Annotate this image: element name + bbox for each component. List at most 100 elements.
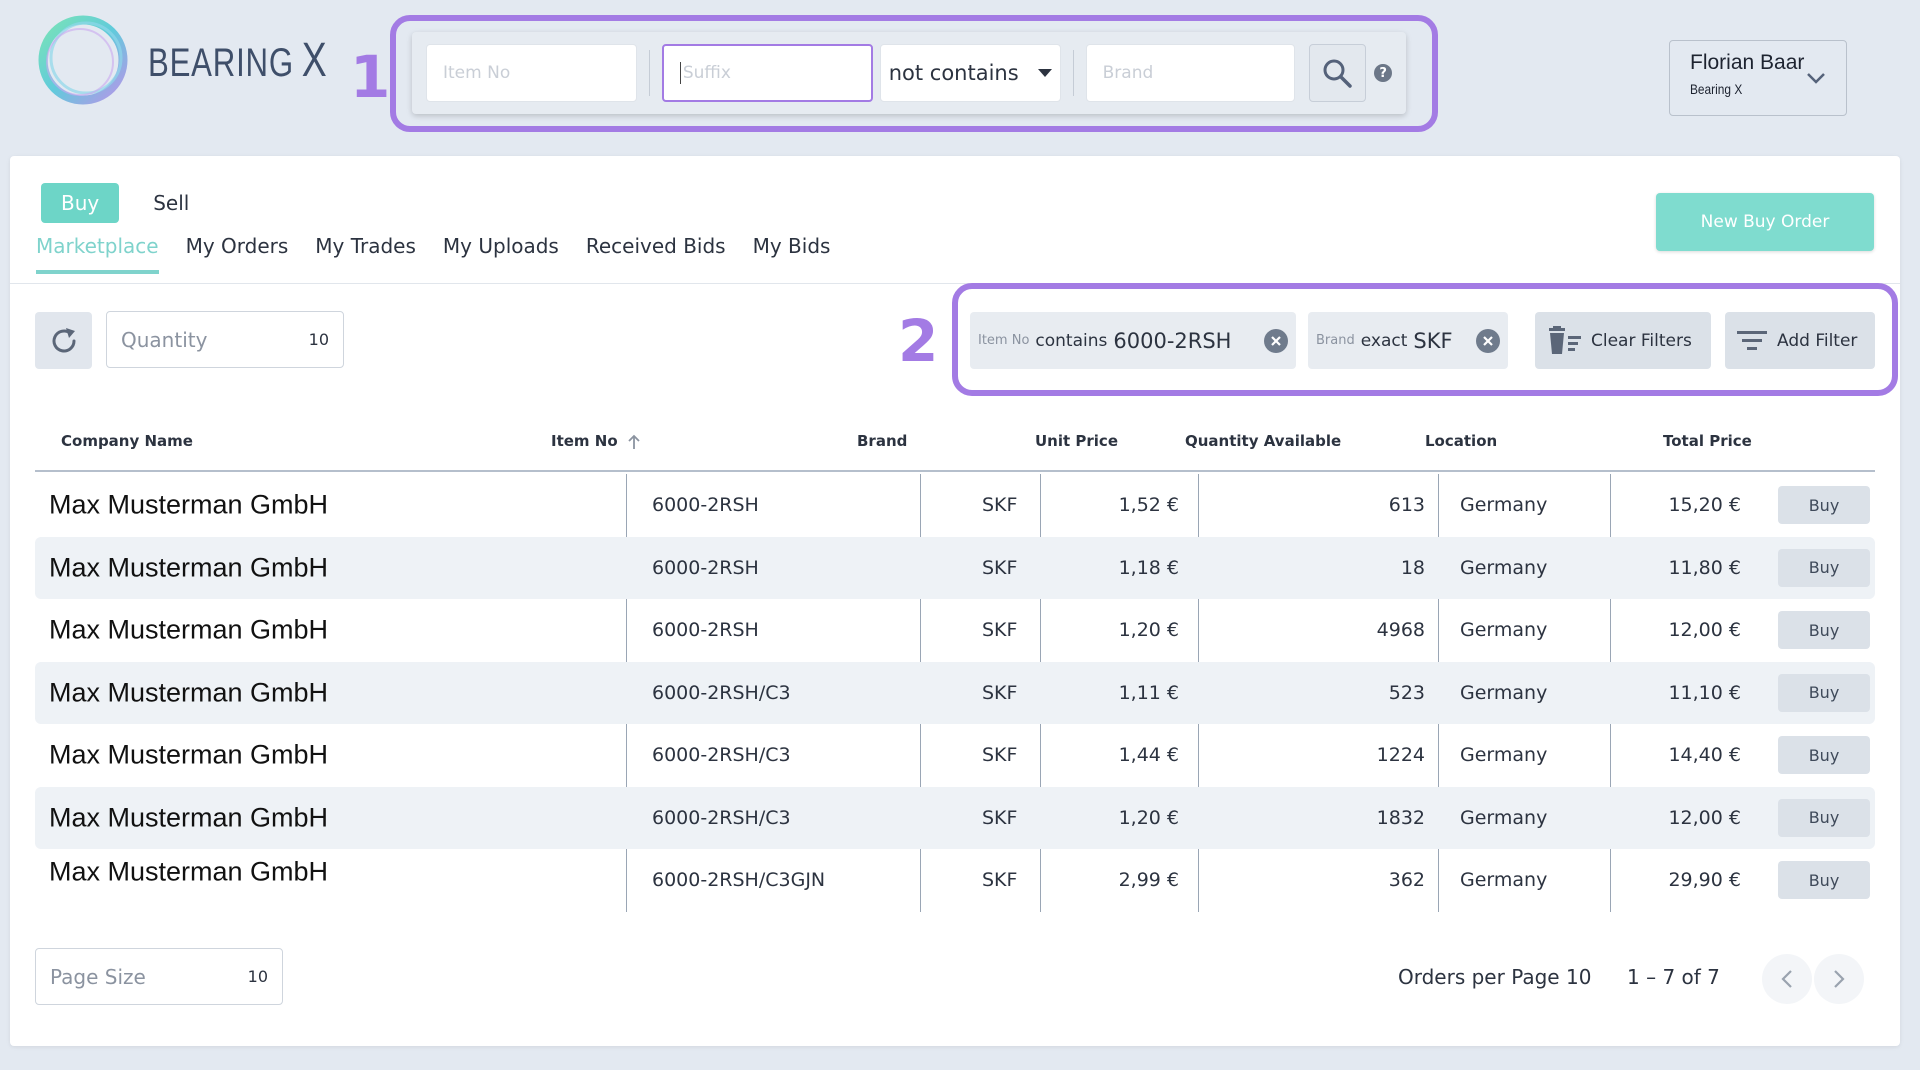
- table-row: Max Musterman GmbH 6000-2RSH/C3 SKF 1,20…: [35, 786, 1875, 849]
- cell-company: Max Musterman GmbH: [49, 802, 329, 833]
- tab-my-trades[interactable]: My Trades: [315, 234, 416, 274]
- buy-button[interactable]: Buy: [1778, 861, 1870, 900]
- table-row: Max Musterman GmbH 6000-2RSH/C3 SKF 1,11…: [35, 661, 1875, 724]
- cell-company: Max Musterman GmbH: [49, 677, 329, 708]
- cell-item-no: 6000-2RSH/C3GJN: [652, 869, 826, 892]
- cell-brand: SKF: [982, 619, 1018, 642]
- cell-item-no: 6000-2RSH/C3: [652, 806, 791, 829]
- tab-my-bids[interactable]: My Bids: [753, 234, 831, 274]
- quantity-field[interactable]: Quantity 10: [106, 311, 344, 368]
- operator-select[interactable]: not contains: [879, 44, 1061, 102]
- item-no-placeholder: Item No: [443, 63, 511, 83]
- col-unit-price[interactable]: Unit Price: [1035, 432, 1118, 450]
- cell-brand: SKF: [982, 806, 1018, 829]
- annotation-highlight-filters: [952, 283, 1898, 396]
- help-icon[interactable]: ?: [1374, 64, 1393, 82]
- brand-input[interactable]: Brand: [1085, 44, 1295, 102]
- mode-sell-tab[interactable]: Sell: [153, 191, 189, 215]
- buy-button[interactable]: Buy: [1778, 798, 1870, 837]
- buy-button[interactable]: Buy: [1778, 673, 1870, 712]
- cell-quantity: 18: [1400, 556, 1425, 579]
- sort-ascending-icon: [628, 434, 640, 449]
- cell-unit-price: 2,99 €: [1118, 869, 1179, 892]
- chevron-left-icon: [1781, 970, 1792, 988]
- next-page-button[interactable]: [1814, 954, 1864, 1004]
- operator-value: not contains: [888, 61, 1019, 85]
- cell-quantity: 1832: [1376, 806, 1425, 829]
- cell-total-price: 12,00 €: [1668, 806, 1741, 829]
- tab-my-orders[interactable]: My Orders: [186, 234, 289, 274]
- page-size-field[interactable]: Page Size 10: [35, 948, 283, 1005]
- cell-total-price: 12,00 €: [1668, 619, 1741, 642]
- pagination-range: 1 – 7 of 7: [1627, 965, 1720, 989]
- cell-total-price: 14,40 €: [1668, 744, 1741, 767]
- cell-company: Max Musterman GmbH: [49, 739, 329, 770]
- cell-company: Max Musterman GmbH: [49, 614, 329, 645]
- col-total-price[interactable]: Total Price: [1663, 432, 1752, 450]
- table-row: Max Musterman GmbH 6000-2RSH/C3GJN SKF 2…: [35, 849, 1875, 912]
- annotation-marker-1: 1: [350, 43, 391, 111]
- tab-my-uploads[interactable]: My Uploads: [443, 234, 559, 274]
- cell-brand: SKF: [982, 556, 1018, 579]
- new-buy-order-button[interactable]: New Buy Order: [1656, 193, 1874, 251]
- cell-location: Germany: [1460, 806, 1548, 829]
- cell-item-no: 6000-2RSH: [652, 556, 759, 579]
- annotation-marker-2: 2: [898, 307, 939, 375]
- buy-button[interactable]: Buy: [1778, 548, 1870, 587]
- buy-button[interactable]: Buy: [1778, 736, 1870, 775]
- cell-quantity: 4968: [1376, 619, 1425, 642]
- col-location[interactable]: Location: [1425, 432, 1497, 450]
- cell-total-price: 29,90 €: [1668, 869, 1741, 892]
- user-company: Bearing X: [1690, 81, 1743, 97]
- refresh-icon: [52, 327, 75, 352]
- tab-received-bids[interactable]: Received Bids: [586, 234, 726, 274]
- nav-tabs: Marketplace My Orders My Trades My Uploa…: [36, 234, 857, 274]
- col-item-no[interactable]: Item No: [551, 432, 641, 450]
- cell-quantity: 1224: [1376, 744, 1425, 767]
- tab-marketplace[interactable]: Marketplace: [36, 234, 159, 274]
- chevron-right-icon: [1834, 970, 1845, 988]
- col-quantity-available[interactable]: Quantity Available: [1185, 432, 1341, 450]
- brand-logo[interactable]: BEARING X: [32, 12, 378, 108]
- cell-brand: SKF: [982, 681, 1018, 704]
- cell-company: Max Musterman GmbH: [49, 552, 329, 583]
- item-no-input[interactable]: Item No: [426, 44, 637, 102]
- col-brand[interactable]: Brand: [857, 432, 907, 450]
- mode-switch: Buy Sell: [41, 183, 189, 223]
- table-row: Max Musterman GmbH 6000-2RSH SKF 1,18 € …: [35, 536, 1875, 599]
- page-size-value: 10: [247, 967, 268, 986]
- buy-button[interactable]: Buy: [1778, 486, 1870, 525]
- cell-company: Max Musterman GmbH: [49, 856, 329, 886]
- col-company-name[interactable]: Company Name: [61, 432, 193, 450]
- table-body: Max Musterman GmbH 6000-2RSH SKF 1,52 € …: [35, 474, 1875, 912]
- mode-buy-tab[interactable]: Buy: [41, 183, 120, 223]
- cell-location: Germany: [1460, 556, 1548, 579]
- cell-unit-price: 1,20 €: [1118, 806, 1179, 829]
- dropdown-caret-icon: [1037, 69, 1052, 77]
- cell-item-no: 6000-2RSH/C3: [652, 681, 791, 704]
- cell-unit-price: 1,20 €: [1118, 619, 1179, 642]
- previous-page-button[interactable]: [1762, 954, 1812, 1004]
- cell-quantity: 362: [1388, 869, 1425, 892]
- col-item-no-label: Item No: [551, 432, 618, 450]
- user-menu[interactable]: Florian Baar Bearing X: [1669, 40, 1847, 116]
- cell-quantity: 523: [1388, 681, 1425, 704]
- cell-brand: SKF: [982, 869, 1018, 892]
- table-row: Max Musterman GmbH 6000-2RSH SKF 1,20 € …: [35, 599, 1875, 662]
- logo-ring-icon: [32, 12, 134, 108]
- refresh-button[interactable]: [35, 312, 92, 369]
- brand-wordmark: BEARING X: [148, 33, 328, 87]
- search-button[interactable]: [1308, 44, 1367, 102]
- cell-company: Max Musterman GmbH: [49, 489, 329, 520]
- buy-button[interactable]: Buy: [1778, 611, 1870, 650]
- cell-location: Germany: [1460, 744, 1548, 767]
- cell-unit-price: 1,11 €: [1118, 681, 1179, 704]
- cell-brand: SKF: [982, 744, 1018, 767]
- suffix-placeholder: Suffix: [682, 63, 731, 83]
- cell-location: Germany: [1460, 494, 1548, 517]
- suffix-input[interactable]: Suffix: [661, 44, 873, 102]
- cell-brand: SKF: [982, 494, 1018, 517]
- cell-total-price: 11,10 €: [1668, 681, 1741, 704]
- search-bar: Item No Suffix not contains Brand ?: [412, 32, 1406, 114]
- cell-item-no: 6000-2RSH/C3: [652, 744, 791, 767]
